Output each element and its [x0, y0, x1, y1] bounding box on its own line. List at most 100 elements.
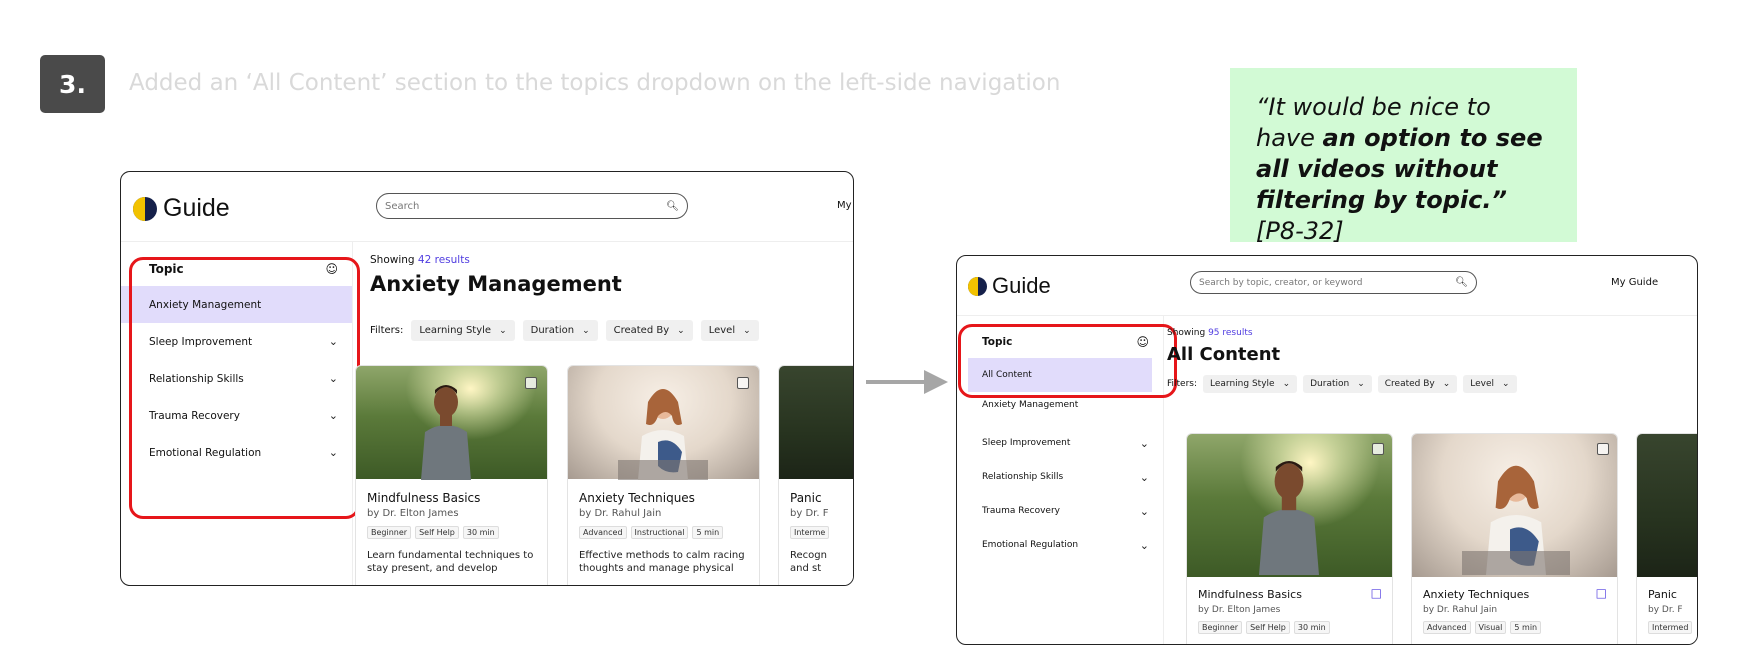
result-summary: Showing 42 results	[370, 254, 470, 266]
card-description: Recogn and st	[790, 550, 827, 574]
showing-label: Showing	[370, 254, 415, 266]
sidebar-item-sleep-improvement[interactable]: Sleep Improvement ⌄	[957, 426, 1163, 460]
chevron-down-icon: ⌄	[1139, 504, 1149, 518]
filter-label: Duration	[530, 325, 575, 336]
filter-label: Learning Style	[1210, 379, 1275, 389]
filter-level[interactable]: Level ⌄	[700, 320, 759, 341]
card-title: Anxiety Techniques	[579, 491, 695, 505]
video-thumbnail[interactable]	[356, 366, 547, 480]
main-content: Showing 42 results Anxiety Management Fi…	[353, 172, 853, 585]
callout-highlight	[129, 257, 360, 519]
filter-duration[interactable]: Duration ⌄	[1303, 375, 1372, 393]
sidebar-item-trauma-recovery[interactable]: Trauma Recovery ⌄	[957, 494, 1163, 528]
card-author: by Dr. Rahul Jain	[1423, 605, 1498, 615]
step-number-badge: 3.	[40, 55, 105, 113]
filter-level[interactable]: Level ⌄	[1463, 375, 1517, 393]
woman-thinking-image	[1462, 465, 1570, 575]
video-thumbnail[interactable]	[1187, 434, 1392, 577]
video-card[interactable]: Anxiety Techniques by Dr. Rahul Jain Adv…	[567, 365, 760, 585]
main-content: Showing 95 results All Content Filters: …	[1164, 256, 1697, 644]
arrow-right-icon	[866, 370, 948, 394]
tag: Visual	[1474, 621, 1507, 634]
filter-label: Learning Style	[419, 325, 492, 336]
select-checkbox[interactable]	[1372, 443, 1384, 455]
chevron-down-icon: ⌄	[1139, 470, 1149, 484]
filter-label: Level	[708, 325, 736, 336]
filter-learning-style[interactable]: Learning Style ⌄	[411, 320, 515, 341]
video-card[interactable]: Mindfulness Basics □ by Dr. Elton James …	[1186, 433, 1393, 644]
video-card[interactable]: Panic by Dr. F Intermed	[1636, 433, 1697, 644]
guide-logo-icon	[133, 196, 157, 221]
step-headline: Added an ‘All Content’ section to the to…	[129, 70, 1061, 96]
logo[interactable]: Guide	[133, 194, 230, 223]
video-thumbnail[interactable]	[779, 366, 853, 479]
card-title: Mindfulness Basics	[1198, 588, 1302, 601]
sidebar: Topic ☺ Anxiety Management Sleep Improve…	[121, 242, 360, 585]
sidebar-item-label: Emotional Regulation	[982, 540, 1079, 550]
tag: 30 min	[1293, 621, 1330, 634]
sidebar-item-label: Relationship Skills	[982, 472, 1064, 482]
tag: 5 min	[1510, 621, 1542, 634]
filter-duration[interactable]: Duration ⌄	[522, 320, 598, 341]
quote-ref: [P8-32]	[1256, 217, 1344, 245]
chevron-down-icon: ⌄	[1139, 538, 1149, 552]
tag: Beginner	[367, 526, 412, 539]
video-card[interactable]: Panic by Dr. F Interme Recogn and st	[778, 365, 853, 585]
logo[interactable]: Guide	[968, 273, 1051, 299]
chevron-down-icon: ⌄	[499, 325, 507, 336]
result-summary: Showing 95 results	[1167, 328, 1253, 338]
filter-label: Created By	[613, 325, 670, 336]
chevron-down-icon: ⌄	[1357, 379, 1365, 389]
filter-bar: Filters: Learning Style ⌄ Duration ⌄ Creat…	[1167, 375, 1517, 393]
page-title: Anxiety Management	[370, 272, 622, 296]
man-meditating-image	[1259, 461, 1319, 575]
select-checkbox[interactable]	[737, 377, 749, 389]
select-checkbox[interactable]	[1597, 443, 1609, 455]
filter-label: Duration	[1310, 379, 1350, 389]
app-name: Guide	[992, 273, 1051, 298]
after-screenshot: Guide 🔍︎ My Guide Topic ☺ All Content An…	[956, 255, 1698, 645]
bookmark-icon[interactable]: □	[1596, 586, 1607, 600]
sidebar-item-emotional-regulation[interactable]: Emotional Regulation ⌄	[957, 528, 1163, 562]
filter-learning-style[interactable]: Learning Style ⌄	[1203, 375, 1298, 393]
card-tags: Interme	[790, 526, 833, 539]
video-card[interactable]: Mindfulness Basics by Dr. Elton James Be…	[355, 365, 548, 585]
card-tags: Advanced Visual 5 min	[1423, 621, 1545, 634]
tag: Self Help	[1246, 621, 1290, 634]
showing-label: Showing	[1167, 328, 1206, 338]
sidebar-item-label: Trauma Recovery	[982, 506, 1060, 516]
sidebar: Topic ☺ All Content Anxiety Management S…	[957, 316, 1177, 644]
card-author: by Dr. F	[790, 508, 829, 519]
man-meditating-image	[421, 385, 471, 480]
filters-label: Filters:	[1167, 379, 1198, 389]
card-author: by Dr. Rahul Jain	[579, 508, 662, 519]
card-author: by Dr. Elton James	[1198, 605, 1281, 615]
select-checkbox[interactable]	[525, 377, 537, 389]
filter-created-by[interactable]: Created By ⌄	[1377, 375, 1458, 393]
card-description: Learn fundamental techniques to stay pre…	[367, 550, 534, 574]
video-thumbnail[interactable]	[568, 366, 759, 480]
filter-created-by[interactable]: Created By ⌄	[605, 320, 693, 341]
bookmark-icon[interactable]: □	[1371, 586, 1382, 600]
card-title: Anxiety Techniques	[1423, 588, 1530, 601]
tag: Instructional	[630, 526, 689, 539]
woman-thinking-image	[618, 389, 708, 480]
card-tags: Beginner Self Help 30 min	[1198, 621, 1334, 634]
chevron-down-icon: ⌄	[743, 325, 751, 336]
filters-label: Filters:	[370, 325, 404, 336]
card-tags: Advanced Instructional 5 min	[579, 526, 727, 539]
tag: Advanced	[579, 526, 627, 539]
sidebar-item-relationship-skills[interactable]: Relationship Skills ⌄	[957, 460, 1163, 494]
card-title: Panic	[1648, 588, 1677, 601]
app-name: Guide	[163, 194, 230, 222]
page-title: All Content	[1167, 344, 1281, 365]
video-thumbnail[interactable]	[1412, 434, 1617, 577]
chevron-down-icon: ⌄	[1139, 436, 1149, 450]
card-tags: Intermed	[1648, 621, 1696, 634]
video-thumbnail[interactable]	[1637, 434, 1697, 577]
chevron-down-icon: ⌄	[1442, 379, 1451, 389]
card-title: Mindfulness Basics	[367, 491, 481, 505]
video-card[interactable]: Anxiety Techniques □ by Dr. Rahul Jain A…	[1411, 433, 1618, 644]
chevron-down-icon: ⌄	[582, 325, 590, 336]
tag: Beginner	[1198, 621, 1243, 634]
